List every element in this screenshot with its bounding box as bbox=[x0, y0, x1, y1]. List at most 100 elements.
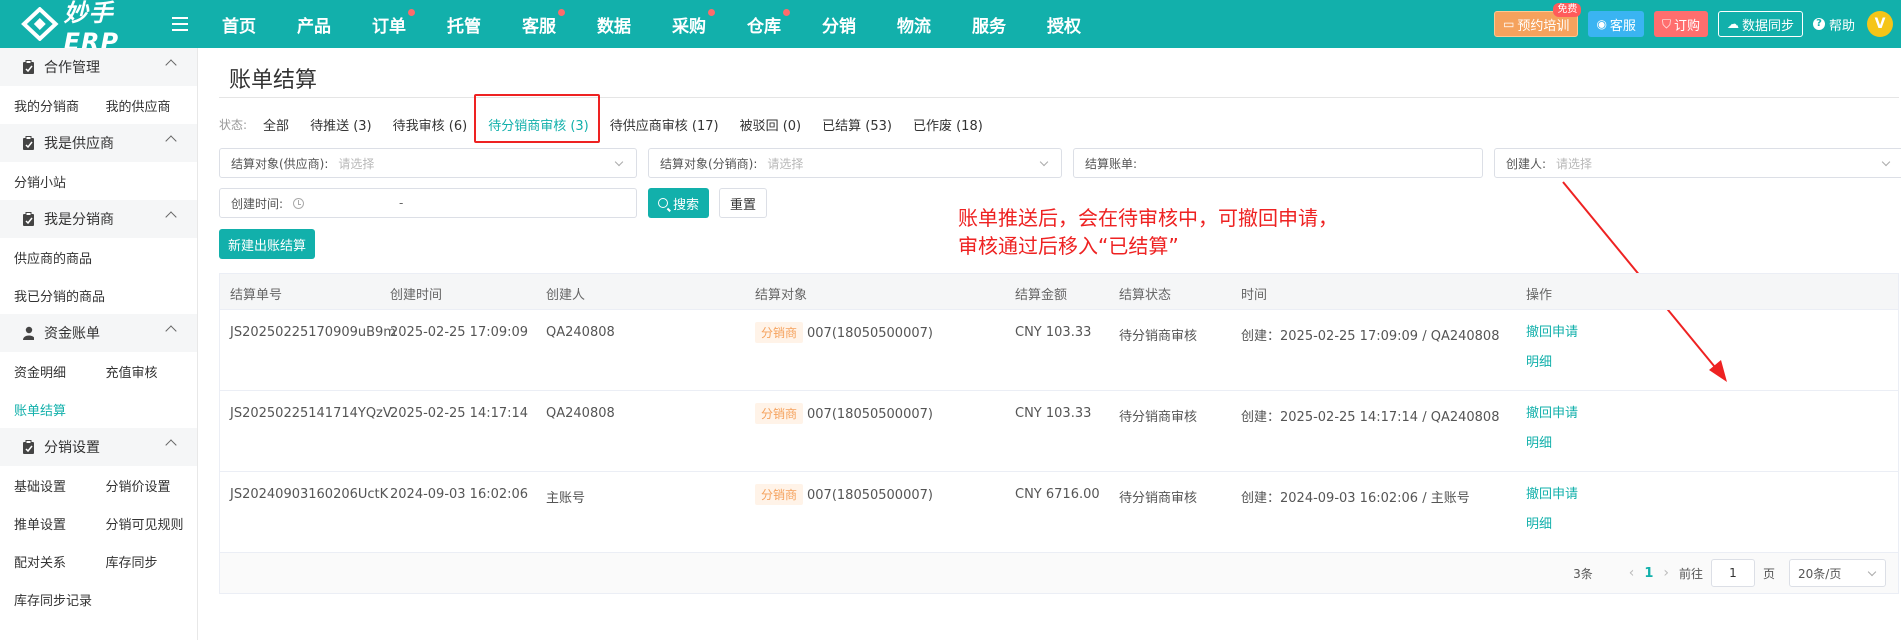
sidebar-group[interactable]: 我是供应商 bbox=[0, 124, 197, 162]
next-page-icon[interactable]: › bbox=[1663, 565, 1669, 581]
sidebar-row: 库存同步记录 bbox=[0, 580, 197, 618]
nav-item[interactable]: 物流 bbox=[897, 12, 931, 37]
sidebar-row: 推单设置 分销可见规则 bbox=[0, 504, 197, 542]
nav-item[interactable]: 服务 bbox=[972, 12, 1006, 37]
nav-item[interactable]: 产品 bbox=[297, 12, 331, 37]
sidebar-row: 基础设置 分销价设置 bbox=[0, 466, 197, 504]
nav-item[interactable]: 托管 bbox=[447, 12, 481, 37]
sidebar-item[interactable]: 我的供应商 bbox=[106, 96, 198, 115]
date-separator: - bbox=[399, 196, 404, 210]
detail-link[interactable]: 明细 bbox=[1526, 429, 1578, 459]
sidebar-group[interactable]: 我是分销商 bbox=[0, 200, 197, 238]
sidebar-group[interactable]: 资金账单 bbox=[0, 314, 197, 352]
training-button[interactable]: ▭ 预约培训 免费 bbox=[1494, 3, 1582, 37]
sidebar-item[interactable]: 分销小站 bbox=[14, 172, 106, 191]
date-range-picker[interactable]: 创建时间: - bbox=[219, 188, 637, 218]
status-tab[interactable]: 待推送 (3) bbox=[310, 115, 372, 134]
table-row: JS20240903160206UctK 2024-09-03 16:02:06 主… bbox=[220, 471, 1898, 552]
nav-item[interactable]: 订单 bbox=[372, 8, 415, 37]
sidebar-item[interactable]: 库存同步记录 bbox=[14, 590, 106, 609]
service-label: 客服 bbox=[1609, 18, 1636, 34]
creator-select[interactable]: 创建人: 请选择 bbox=[1494, 148, 1901, 178]
cell-status: 待分销商审核 bbox=[1119, 410, 1198, 425]
column-header: 创建时间 bbox=[390, 288, 443, 303]
distributor-tag: 分销商 bbox=[755, 484, 804, 505]
status-tab[interactable]: 待我审核 (6) bbox=[393, 115, 468, 134]
nav-item[interactable]: 采购 bbox=[672, 8, 715, 37]
service-button[interactable]: ◉ 客服 bbox=[1588, 11, 1644, 37]
status-tab[interactable]: 被驳回 (0) bbox=[740, 115, 802, 134]
sidebar-item[interactable]: 供应商的商品 bbox=[14, 248, 106, 267]
clock-icon bbox=[293, 197, 305, 209]
prev-page-icon[interactable]: ‹ bbox=[1629, 565, 1635, 581]
sidebar-group[interactable]: 分销设置 bbox=[0, 428, 197, 466]
sidebar-item[interactable]: 我已分销的商品 bbox=[14, 286, 106, 305]
nav-item[interactable]: 仓库 bbox=[747, 8, 790, 37]
status-label: 状态: bbox=[219, 117, 248, 132]
sidebar-group-title: 合作管理 bbox=[44, 60, 100, 76]
goto-page-input[interactable]: 1 bbox=[1710, 559, 1755, 587]
search-button[interactable]: 搜索 bbox=[648, 188, 710, 218]
bill-input[interactable]: 结算账单: bbox=[1073, 148, 1483, 178]
sidebar-item[interactable]: 基础设置 bbox=[14, 476, 106, 495]
user-icon bbox=[23, 326, 34, 340]
annotation-line-1: 账单推送后，会在待审核中，可撤回申请， bbox=[958, 206, 1338, 230]
detail-link[interactable]: 明细 bbox=[1526, 348, 1578, 378]
status-tab[interactable]: 已结算 (53) bbox=[822, 115, 892, 134]
reset-button[interactable]: 重置 bbox=[719, 188, 768, 218]
withdraw-link[interactable]: 撤回申请 bbox=[1526, 480, 1578, 510]
sidebar-row: 我的分销商 我的供应商 bbox=[0, 86, 197, 124]
target-name: 007(18050500007) bbox=[807, 407, 933, 422]
help-link[interactable]: ? 帮助 bbox=[1812, 15, 1855, 34]
menu-toggle-icon[interactable] bbox=[172, 0, 200, 48]
column-header: 操作 bbox=[1526, 288, 1553, 303]
sidebar-item[interactable]: 分销可见规则 bbox=[106, 514, 198, 533]
detail-link[interactable]: 明细 bbox=[1526, 510, 1578, 540]
sidebar-row: 分销小站 bbox=[0, 162, 197, 200]
cell-amount: CNY 6716.00 bbox=[1015, 487, 1100, 502]
withdraw-link[interactable]: 撤回申请 bbox=[1526, 399, 1578, 429]
sidebar-item[interactable]: 分销价设置 bbox=[106, 476, 198, 495]
new-settlement-label: 新建出账结算 bbox=[228, 238, 307, 254]
withdraw-link[interactable]: 撤回申请 bbox=[1526, 318, 1578, 348]
status-tab[interactable]: 全部 bbox=[263, 115, 289, 134]
cell-time: 创建：2024-09-03 16:02:06 / 主账号 bbox=[1241, 491, 1470, 506]
nav-item[interactable]: 客服 bbox=[522, 8, 565, 37]
sidebar-item[interactable]: 充值审核 bbox=[106, 362, 198, 381]
sidebar-item[interactable]: 我的分销商 bbox=[14, 96, 106, 115]
supplier-select[interactable]: 结算对象(供应商): 请选择 bbox=[219, 148, 637, 178]
order-button[interactable]: ⛉ 订购 bbox=[1653, 11, 1708, 37]
sync-label: 数据同步 bbox=[1741, 18, 1794, 34]
cart-icon: ⛉ bbox=[1661, 16, 1671, 31]
clipboard-icon bbox=[23, 440, 34, 454]
status-tab[interactable]: 待供应商审核 (17) bbox=[610, 115, 719, 134]
training-label: 预约培训 bbox=[1517, 18, 1570, 34]
sync-button[interactable]: ☁ 数据同步 bbox=[1717, 11, 1803, 37]
notification-dot bbox=[408, 8, 415, 16]
cell-creator: QA240808 bbox=[546, 325, 615, 340]
status-tab[interactable]: 已作废 (18) bbox=[913, 115, 983, 134]
distributor-select[interactable]: 结算对象(分销商): 请选择 bbox=[648, 148, 1062, 178]
cell-created: 2024-09-03 16:02:06 bbox=[390, 487, 529, 502]
current-page[interactable]: 1 bbox=[1644, 566, 1653, 581]
sidebar-item[interactable]: 配对关系 bbox=[14, 552, 106, 571]
sidebar-row: 我已分销的商品 bbox=[0, 276, 197, 314]
cell-amount: CNY 103.33 bbox=[1015, 406, 1092, 421]
user-avatar[interactable]: V bbox=[1867, 11, 1893, 37]
sidebar-item[interactable]: 推单设置 bbox=[14, 514, 106, 533]
nav-item[interactable]: 数据 bbox=[597, 12, 631, 37]
page-size-select[interactable]: 20条/页 bbox=[1789, 559, 1886, 587]
status-filter-bar: 状态: 全部 待推送 (3) 待我审核 (6) 待分销商审核 (3) 待供应商审核 (1… bbox=[219, 114, 1004, 134]
nav-item[interactable]: 分销 bbox=[822, 12, 856, 37]
sidebar-item[interactable]: 账单结算 bbox=[14, 400, 106, 419]
nav-item[interactable]: 授权 bbox=[1047, 12, 1081, 37]
reset-label: 重置 bbox=[730, 197, 757, 213]
main-nav: 首页 产品 订单 托管 客服 数据 采购 仓库 分销 物流 服务 授权 bbox=[222, 0, 1122, 48]
nav-item[interactable]: 首页 bbox=[222, 12, 256, 37]
new-settlement-button[interactable]: 新建出账结算 bbox=[219, 229, 316, 259]
sidebar-item[interactable]: 资金明细 bbox=[14, 362, 106, 381]
distributor-tag: 分销商 bbox=[755, 403, 804, 424]
sidebar-group[interactable]: 合作管理 bbox=[0, 48, 197, 86]
sidebar-item[interactable]: 库存同步 bbox=[106, 552, 198, 571]
column-header: 创建人 bbox=[546, 288, 586, 303]
